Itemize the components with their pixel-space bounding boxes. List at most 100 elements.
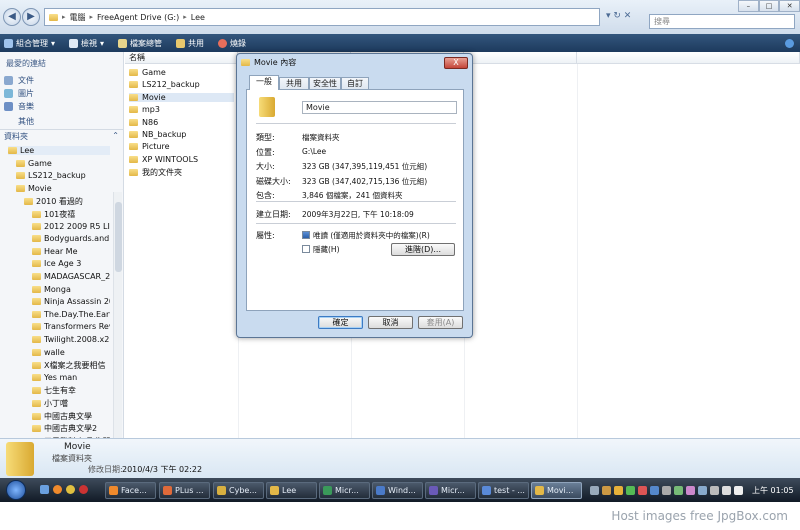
tree-item[interactable]: Game: [16, 159, 110, 168]
file-item[interactable]: Picture: [129, 142, 170, 151]
folders-header[interactable]: 資料夾 ⌃: [0, 129, 123, 141]
tree-item[interactable]: Lee: [8, 146, 110, 155]
share-button[interactable]: 共用: [176, 38, 204, 49]
taskbar-clock[interactable]: 上午 01:05: [752, 485, 794, 496]
taskbar-button[interactable]: Lee: [266, 482, 317, 499]
views-button[interactable]: 檢視 ▾: [69, 38, 104, 49]
tree-item[interactable]: The.Day.The.Earth.: [32, 310, 110, 319]
app-icon[interactable]: [66, 485, 75, 494]
start-orb-icon[interactable]: [6, 480, 26, 500]
tab-general[interactable]: 一般: [249, 75, 279, 90]
file-item[interactable]: NB_backup: [129, 130, 186, 139]
cancel-button[interactable]: 取消: [368, 316, 413, 329]
taskbar-button[interactable]: Micr...: [319, 482, 370, 499]
tree-item[interactable]: 中國古典文學: [32, 411, 110, 422]
advanced-button[interactable]: 進階(D)...: [391, 243, 455, 256]
tree-item[interactable]: Monga: [32, 285, 110, 294]
readonly-checkbox[interactable]: [302, 231, 310, 239]
tree-item[interactable]: 中國古典文學2: [32, 423, 110, 434]
tray-icon[interactable]: [662, 486, 671, 495]
tray-icon[interactable]: [626, 486, 635, 495]
tray-icon[interactable]: [602, 486, 611, 495]
tray-icon[interactable]: [674, 486, 683, 495]
file-item[interactable]: Movie: [129, 92, 234, 102]
scrollbar-thumb[interactable]: [115, 202, 122, 272]
hidden-checkbox[interactable]: [302, 245, 310, 253]
file-item[interactable]: mp3: [129, 105, 160, 114]
tree-item[interactable]: 101夜禧: [32, 209, 110, 220]
taskbar-button[interactable]: Wind...: [372, 482, 423, 499]
app-icon[interactable]: [79, 485, 88, 494]
tray-icon[interactable]: [650, 486, 659, 495]
tree-item[interactable]: Movie: [16, 184, 110, 193]
forward-button[interactable]: ▶: [22, 8, 40, 26]
taskbar-button[interactable]: Movi...: [531, 482, 582, 499]
tray-icon[interactable]: [638, 486, 647, 495]
tree-scrollbar[interactable]: [113, 192, 122, 438]
minimize-button[interactable]: –: [738, 0, 759, 12]
tray-icon[interactable]: [614, 486, 623, 495]
organize-button[interactable]: 組合管理 ▾: [4, 38, 55, 49]
tree-item[interactable]: Bodyguards.and.As: [32, 234, 110, 243]
tray-icon[interactable]: [590, 486, 599, 495]
back-button[interactable]: ◀: [3, 8, 21, 26]
tree-item[interactable]: Yes man: [32, 373, 110, 382]
tree-item[interactable]: walle: [32, 348, 110, 357]
tree-item[interactable]: X檔案之我要相信: [32, 360, 110, 371]
dialog-title-bar[interactable]: Movie 內容: [241, 57, 296, 68]
readonly-label[interactable]: 唯讀 (僅適用於資料夾中的檔案)(R): [313, 230, 430, 241]
tree-item[interactable]: Ice Age 3: [32, 259, 110, 268]
apply-button[interactable]: 套用(A): [418, 316, 463, 329]
breadcrumb-drive[interactable]: FreeAgent Drive (G:): [97, 13, 179, 22]
tree-item[interactable]: Ninja Assassin 2009: [32, 297, 110, 306]
folder-name-input[interactable]: Movie: [302, 101, 457, 114]
tree-item[interactable]: LS212_backup: [16, 171, 110, 180]
taskbar-button[interactable]: Cybe...: [213, 482, 264, 499]
close-button[interactable]: ✕: [779, 0, 800, 12]
network-icon[interactable]: [710, 486, 719, 495]
taskbar-button[interactable]: Micr...: [425, 482, 476, 499]
tree-item[interactable]: Twilight.2008.x264.: [32, 335, 110, 344]
tree-item[interactable]: Hear Me: [32, 247, 110, 256]
ok-button[interactable]: 確定: [318, 316, 363, 329]
column-header-4[interactable]: [464, 52, 577, 64]
file-item[interactable]: N86: [129, 118, 158, 127]
tray-icon[interactable]: [698, 486, 707, 495]
tree-item[interactable]: 小丁噹: [32, 398, 110, 409]
tree-item[interactable]: MADAGASCAR_2: [32, 272, 110, 281]
show-desktop-icon[interactable]: [40, 485, 49, 494]
explorer-button[interactable]: 檔案總管: [118, 38, 162, 49]
file-item[interactable]: 我的文件夾: [129, 167, 182, 178]
help-button[interactable]: [785, 38, 794, 48]
search-input[interactable]: 搜尋: [649, 14, 795, 29]
taskbar-button[interactable]: Face...: [105, 482, 156, 499]
hidden-label[interactable]: 隱藏(H): [313, 244, 340, 255]
volume-icon[interactable]: [722, 486, 731, 495]
favorite-music[interactable]: 音樂: [4, 101, 34, 112]
maximize-button[interactable]: □: [758, 0, 780, 12]
tree-item[interactable]: 2012 2009 R5 LINE: [32, 222, 110, 231]
tree-item[interactable]: 2010 看過的: [24, 196, 110, 207]
favorite-documents[interactable]: 文件: [4, 75, 34, 86]
breadcrumb-lee[interactable]: Lee: [191, 13, 205, 22]
tree-item[interactable]: 七生有幸: [32, 385, 110, 396]
favorite-pictures[interactable]: 圖片: [4, 88, 34, 99]
file-item[interactable]: Game: [129, 68, 166, 77]
refresh-icon[interactable]: ▾ ↻ ✕: [606, 11, 642, 24]
favorites-more-link[interactable]: 其他: [18, 116, 34, 127]
address-input[interactable]: ▸ 電腦 ▸ FreeAgent Drive (G:) ▸ Lee: [44, 8, 600, 26]
tree-item[interactable]: Transformers Rever: [32, 322, 110, 331]
tray-icon[interactable]: [686, 486, 695, 495]
power-icon[interactable]: [734, 486, 743, 495]
dialog-close-button[interactable]: X: [444, 57, 468, 69]
command-toolbar: 組合管理 ▾ 檢視 ▾ 檔案總管 共用 燒錄: [0, 34, 800, 52]
breadcrumb-computer[interactable]: 電腦: [70, 12, 86, 23]
taskbar-button[interactable]: PLus ...: [159, 482, 210, 499]
taskbar-button[interactable]: test - ...: [478, 482, 529, 499]
file-item[interactable]: LS212_backup: [129, 80, 200, 89]
file-item[interactable]: XP WINTOOLS: [129, 155, 198, 164]
column-header-5[interactable]: [577, 52, 800, 64]
column-header-name[interactable]: 名稱: [125, 52, 238, 64]
firefox-icon[interactable]: [53, 485, 62, 494]
burn-button[interactable]: 燒錄: [218, 38, 246, 49]
